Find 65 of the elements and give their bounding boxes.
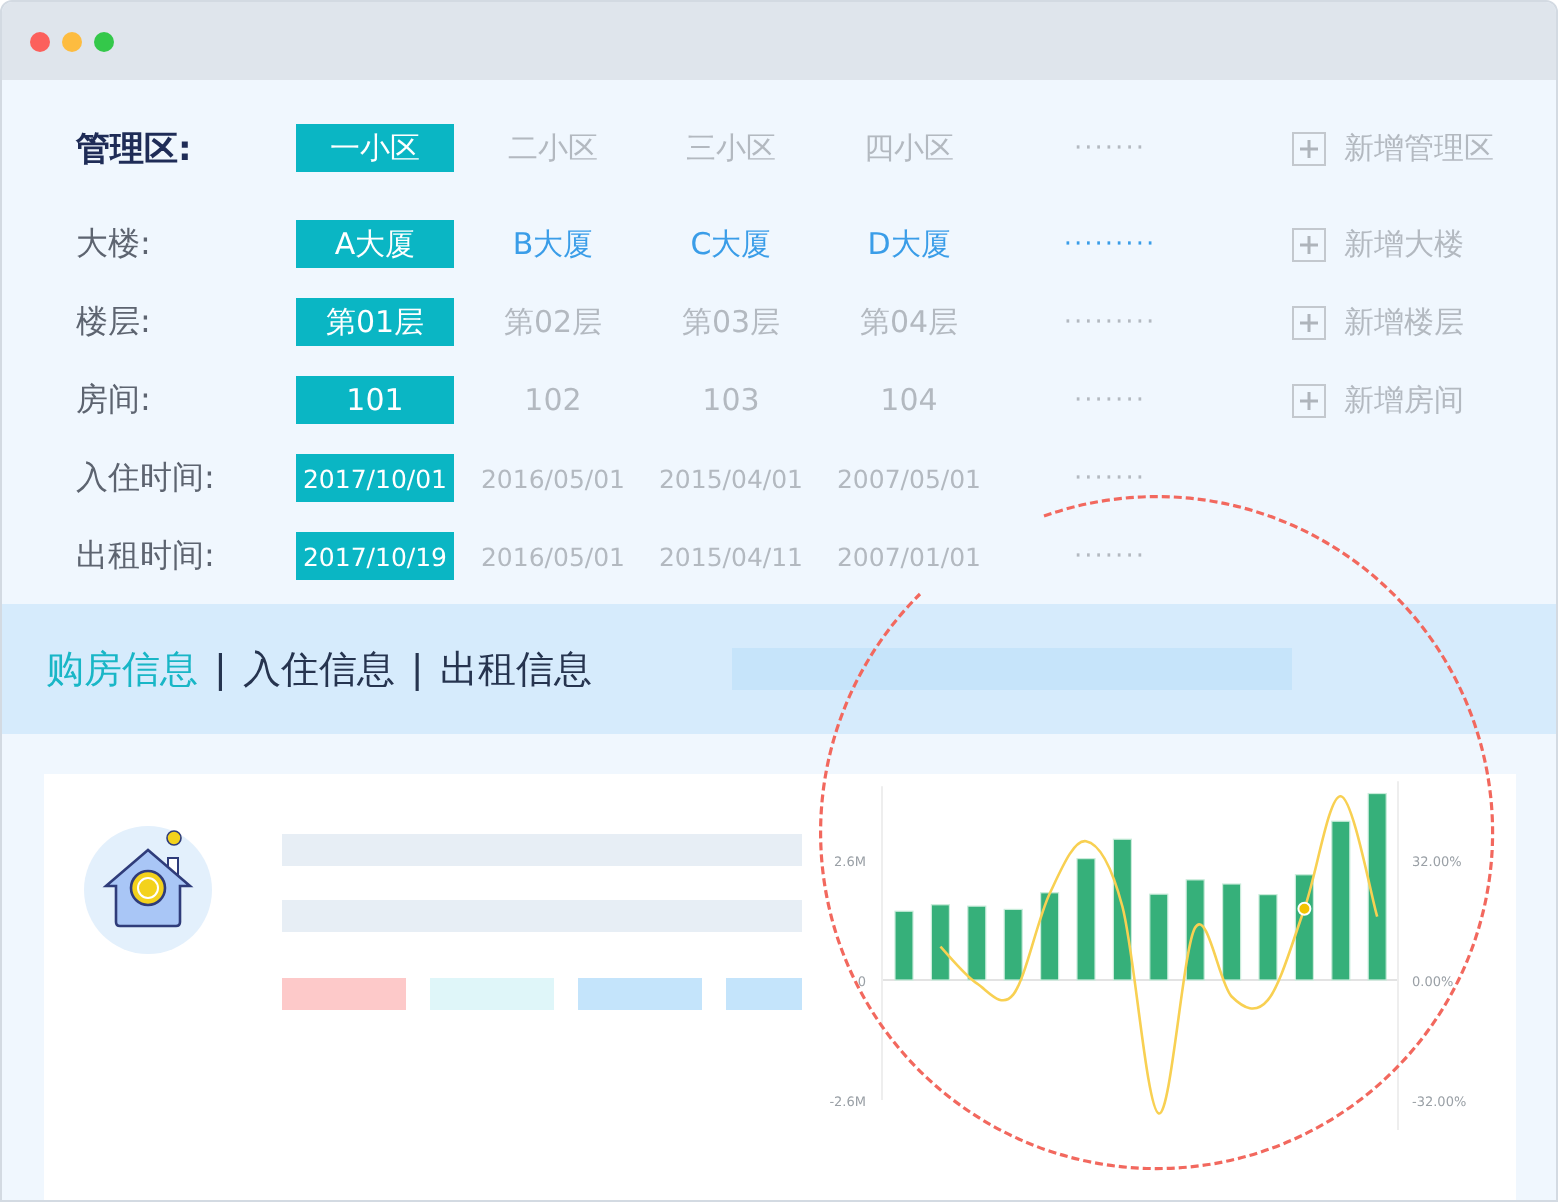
chart-bar — [1149, 893, 1169, 981]
minimize-dot[interactable] — [62, 31, 82, 51]
filter-option[interactable]: 102 — [474, 376, 632, 424]
maximize-dot[interactable] — [94, 31, 114, 51]
filter-option[interactable]: 2016/05/01 — [474, 532, 632, 580]
filter-option[interactable]: 第04层 — [830, 298, 988, 346]
tab-separator: | — [214, 647, 227, 691]
house-coin-icon — [84, 826, 212, 954]
chart-bar — [1076, 858, 1096, 981]
filter-option[interactable]: 2015/04/11 — [652, 532, 810, 580]
add-icon — [1292, 305, 1326, 339]
info-tab[interactable]: 购房信息 — [46, 643, 198, 695]
chart-bar — [1185, 879, 1205, 981]
filter-option[interactable]: 三小区 — [652, 124, 810, 172]
more-dots[interactable]: ········· — [1008, 307, 1292, 337]
chart-bar — [1040, 892, 1060, 981]
filter-option[interactable]: B大厦 — [474, 220, 632, 268]
filter-label: 管理区: — [76, 127, 194, 171]
tab-separator: | — [410, 647, 424, 691]
add-icon — [1292, 383, 1326, 417]
add-button[interactable]: 新增房间 — [1292, 381, 1464, 419]
data-point-marker — [1297, 901, 1312, 916]
filter-option[interactable]: 2007/01/01 — [830, 532, 988, 580]
filter-option[interactable]: 2015/04/01 — [652, 454, 810, 502]
filter-label: 大楼: — [76, 223, 153, 265]
chart-bar — [894, 910, 914, 981]
filter-option[interactable]: 103 — [652, 376, 810, 424]
filter-option[interactable]: 2007/05/01 — [830, 454, 988, 502]
filter-option[interactable]: 2016/05/01 — [474, 454, 632, 502]
filter-option[interactable]: 104 — [830, 376, 988, 424]
filter-option[interactable]: 2017/10/01 — [296, 454, 454, 502]
filter-option[interactable]: 101 — [296, 376, 454, 424]
chart-bar — [1003, 908, 1023, 981]
filter-option[interactable]: 2017/10/19 — [296, 532, 454, 580]
more-dots[interactable]: ········· — [1008, 229, 1292, 259]
filter-option[interactable]: D大厦 — [830, 220, 988, 268]
filter-option[interactable]: 第01层 — [296, 298, 454, 346]
filter-option[interactable]: 第03层 — [652, 298, 810, 346]
filter-option[interactable]: 一小区 — [296, 124, 454, 172]
chart-bar — [967, 905, 987, 981]
filter-option[interactable]: 四小区 — [830, 124, 988, 172]
filter-option[interactable]: 二小区 — [474, 124, 632, 172]
add-icon — [1292, 131, 1326, 165]
more-dots[interactable]: ······· — [1008, 463, 1292, 493]
chart-bar — [1112, 838, 1132, 981]
add-button[interactable]: 新增楼层 — [1292, 303, 1464, 341]
chart-bar — [930, 904, 950, 981]
more-dots[interactable]: ······· — [1008, 385, 1292, 415]
filter-label: 楼层: — [76, 301, 153, 343]
chart-bar — [1222, 883, 1242, 981]
filter-label: 房间: — [76, 379, 153, 421]
close-dot[interactable] — [30, 31, 50, 51]
filter-option[interactable]: A大厦 — [296, 220, 454, 268]
filter-option[interactable]: 第02层 — [474, 298, 632, 346]
filter-label: 入住时间: — [76, 457, 217, 499]
more-dots[interactable]: ······· — [1008, 541, 1292, 571]
more-dots[interactable]: ······· — [1008, 133, 1292, 163]
add-button[interactable]: 新增大楼 — [1292, 225, 1464, 263]
info-tab[interactable]: 出租信息 — [439, 643, 592, 695]
chart-bar — [1258, 894, 1278, 981]
add-button[interactable]: 新增管理区 — [1292, 129, 1494, 167]
add-icon — [1292, 227, 1326, 261]
filter-option[interactable]: C大厦 — [652, 220, 810, 268]
filter-label: 出租时间: — [76, 535, 217, 577]
info-tab[interactable]: 入住信息 — [242, 643, 395, 695]
